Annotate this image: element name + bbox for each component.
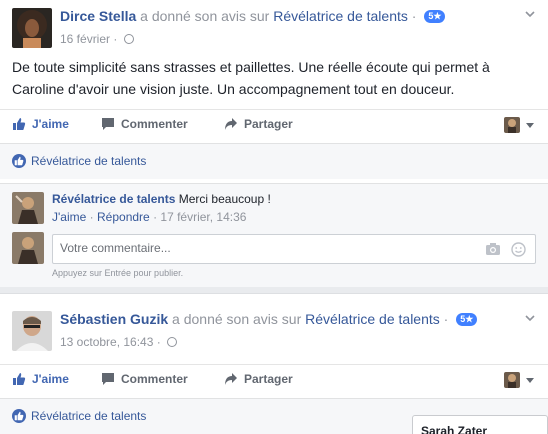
comment-icon: [102, 118, 114, 130]
comments-section: Révélatrice de talents Merci beaucoup ! …: [0, 183, 548, 287]
separator-dot: ·: [443, 311, 449, 327]
react-as-avatar[interactable]: [504, 117, 520, 133]
reply-timestamp[interactable]: 17 février, 14:36: [160, 210, 246, 224]
reply-avatar[interactable]: [12, 192, 44, 224]
chevron-down-icon[interactable]: [526, 123, 534, 129]
camera-icon[interactable]: [485, 242, 501, 256]
comment-button[interactable]: Commenter: [101, 372, 188, 386]
author-avatar[interactable]: [12, 311, 52, 351]
react-as-avatar[interactable]: [504, 372, 520, 388]
post-author-line: Dirce Stella a donné son avis sur Révéla…: [60, 8, 446, 24]
reply-like-link[interactable]: J'aime: [52, 210, 86, 224]
share-icon: [225, 118, 237, 130]
globe-icon: [167, 337, 178, 347]
rating-badge: 5★: [424, 10, 446, 23]
comment-icon: [102, 373, 114, 385]
comment-hint: Appuyez sur Entrée pour publier.: [52, 268, 184, 278]
post-date[interactable]: 13 octobre, 16:43: [60, 335, 153, 349]
share-icon: [225, 373, 237, 385]
chevron-down-icon[interactable]: [526, 378, 534, 384]
share-button[interactable]: Partager: [224, 372, 293, 386]
post-actions: J'aime Commenter Partager: [0, 109, 548, 141]
post-date[interactable]: 16 février: [60, 32, 110, 46]
like-badge-icon: [12, 154, 26, 168]
reply-author[interactable]: Révélatrice de talents: [52, 192, 175, 206]
news-feed: Dirce Stella a donné son avis sur Révéla…: [0, 0, 548, 434]
reply-meta: J'aime · Répondre · 17 février, 14:36: [52, 210, 246, 224]
post-actions: J'aime Commenter Partager: [0, 364, 548, 396]
author-name[interactable]: Dirce Stella: [60, 8, 136, 24]
reply-body: Merci beaucoup !: [178, 192, 271, 206]
separator-dot: ·: [113, 32, 118, 46]
review-action-text: a donné son avis sur: [140, 8, 270, 24]
author-name[interactable]: Sébastien Guzik: [60, 311, 168, 327]
smiley-icon[interactable]: [511, 242, 526, 257]
like-button[interactable]: J'aime: [12, 117, 69, 131]
commenter-avatar: [12, 232, 44, 264]
like-button[interactable]: J'aime: [12, 372, 69, 386]
post-meta: 13 octobre, 16:43 ·: [60, 335, 178, 349]
reply-respond-link[interactable]: Répondre: [97, 210, 150, 224]
like-badge-icon: [12, 409, 26, 423]
liked-by-name[interactable]: Révélatrice de talents: [31, 154, 146, 168]
separator-dot: ·: [89, 210, 94, 224]
reply-comment: Révélatrice de talents Merci beaucoup !: [52, 192, 271, 206]
comment-input[interactable]: [60, 241, 440, 255]
review-action-text: a donné son avis sur: [172, 311, 302, 327]
post-author-line: Sébastien Guzik a donné son avis sur Rév…: [60, 311, 478, 327]
post-meta: 16 février ·: [60, 32, 134, 46]
thumbs-up-icon: [13, 373, 26, 385]
page-link[interactable]: Révélatrice de talents: [273, 8, 408, 24]
review-post: Dirce Stella a donné son avis sur Révéla…: [0, 0, 548, 287]
post-body: De toute simplicité sans strasses et pai…: [12, 59, 490, 97]
chevron-down-icon[interactable]: [524, 312, 536, 324]
thumbs-up-icon: [13, 118, 26, 130]
comment-box: [52, 234, 536, 264]
separator-dot: ·: [411, 8, 417, 24]
page-link[interactable]: Révélatrice de talents: [305, 311, 440, 327]
review-post: Sébastien Guzik a donné son avis sur Rév…: [0, 293, 548, 434]
comment-button[interactable]: Commenter: [101, 117, 188, 131]
separator-dot: ·: [153, 210, 158, 224]
likes-summary: Révélatrice de talents: [0, 143, 548, 179]
chevron-down-icon[interactable]: [524, 8, 536, 20]
rating-badge: 5★: [456, 313, 478, 326]
liked-by-name[interactable]: Révélatrice de talents: [31, 409, 146, 423]
globe-icon: [123, 34, 134, 44]
chat-tab[interactable]: Sarah Zater: [412, 415, 548, 434]
separator-dot: ·: [156, 335, 161, 349]
chat-contact-name: Sarah Zater: [421, 424, 488, 434]
author-avatar[interactable]: [12, 8, 52, 48]
share-button[interactable]: Partager: [224, 117, 293, 131]
